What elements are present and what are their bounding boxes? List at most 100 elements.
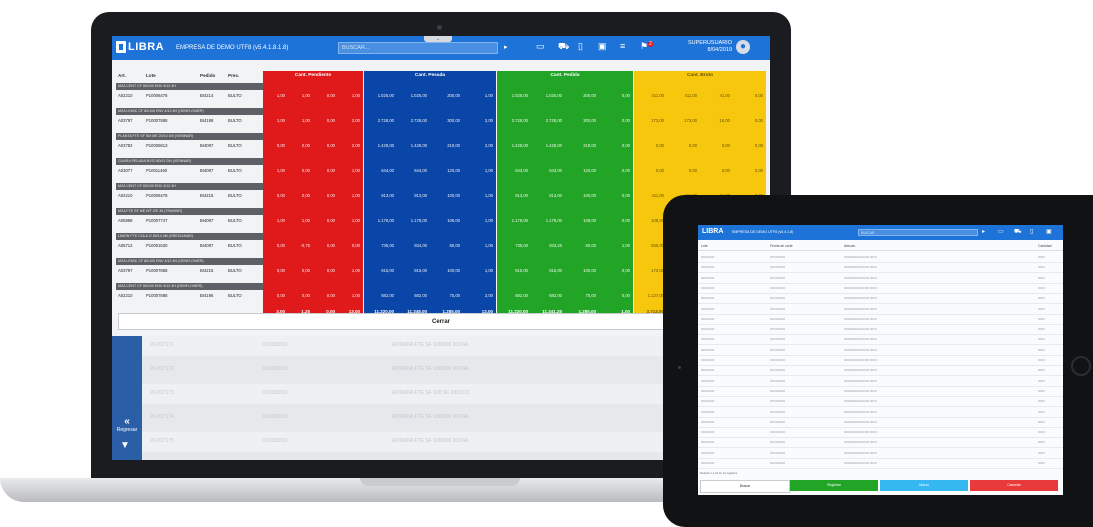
cell-r-3: 2,00: [351, 118, 360, 123]
cell-r-1: 1,00: [301, 118, 310, 123]
filter-icon[interactable]: ▼: [120, 440, 130, 451]
group-title: Cant. Pendiente: [294, 73, 332, 78]
cell-g-3: 0,00: [621, 218, 630, 223]
col-art: Art.: [118, 73, 126, 78]
tablet-cell-c1: 00000000: [701, 450, 715, 455]
tablet-cell-c4: 0000: [1038, 430, 1045, 435]
list-item-c: RODADA FTE SF 100/000 20/14A: [392, 414, 469, 420]
cell-r-1: 0,00: [301, 168, 310, 173]
app-logo[interactable]: LIBRA: [128, 41, 164, 53]
tablet-cell-c2: 00/00/0000: [770, 409, 786, 414]
cell-y-2: 0,00: [721, 168, 730, 173]
tablet-mobile-icon[interactable]: ▯: [1030, 228, 1033, 235]
tablet-nuevo-button[interactable]: Nuevo: [880, 480, 968, 491]
list-item-a: 20-017174: [150, 414, 174, 420]
tablet-cell-c3: 000000000000000 0000: [844, 265, 877, 270]
tablet-app-logo[interactable]: LIBRA: [702, 228, 723, 235]
search-dropdown-tab[interactable]: ⌄: [424, 36, 452, 42]
cell-b-0: 915,00: [381, 268, 394, 273]
menu-icon[interactable]: ≡: [620, 41, 625, 51]
avatar-icon[interactable]: ●: [736, 40, 750, 54]
list-item-b: 01/03/2019: [262, 342, 288, 348]
tablet-cell-c2: 00/00/0000: [770, 306, 786, 311]
tablet-go-icon[interactable]: ▸: [982, 228, 985, 235]
tablet-buscar-button[interactable]: Buscar: [700, 480, 790, 493]
mobile-icon[interactable]: ▯: [578, 41, 583, 52]
tablet-col-4: Cantidad: [1038, 244, 1052, 248]
cell-r-0: 0,00: [276, 243, 285, 248]
tablet-cell-c2: 00/00/0000: [770, 399, 786, 404]
tablet-cell-c3: 000000000000000 0000: [844, 275, 877, 280]
cell-g-0: 915,00: [515, 268, 528, 273]
cell-b-2: 108,00: [447, 218, 460, 223]
cell-pedido: BI4097: [200, 218, 214, 223]
search-go-button[interactable]: ▸: [504, 43, 508, 51]
table-row[interactable]: A02210 P10006478 BI4215 BULTO 0,00 0,00 0,00 1,…: [116, 191, 766, 202]
row-description: GUARA PELADA 50/70 80/12 DN (VIENNAR): [116, 158, 263, 165]
back-label: Regresar: [116, 427, 138, 433]
tablet-cell-c3: 000000000000000 0000: [844, 440, 877, 445]
tablet-col-2: Fecha de corte: [770, 244, 793, 248]
tablet-cell-c1: 00000000: [701, 419, 715, 424]
tablet-search-input[interactable]: BUSCAR...: [858, 229, 978, 236]
tablet-cell-c1: 00000000: [701, 296, 715, 301]
cell-g-1: 643,00: [549, 168, 562, 173]
tablet-monitor-icon[interactable]: ▭: [998, 228, 1004, 235]
tablet-home-button: [1071, 356, 1091, 376]
notification-icon[interactable]: ⚑2: [640, 41, 653, 52]
car-icon[interactable]: ⛟: [558, 41, 569, 53]
cell-g-0: 1.178,00: [511, 218, 528, 223]
tablet-cell-c4: 0000: [1038, 285, 1045, 290]
search-input[interactable]: BUSCAR...: [338, 42, 498, 54]
tablet-cell-c1: 00000000: [701, 461, 715, 465]
tablet-cell-c3: 000000000000000 0000: [844, 419, 877, 424]
row-description: MZA LEMIC CF 80/100 ENV 4/12 4H (GENFLOW…: [116, 108, 263, 115]
cell-lote: P10001530: [146, 243, 168, 248]
tablet-cell-c4: 0000: [1038, 255, 1045, 259]
cell-lote: P10005813: [146, 143, 168, 148]
table-row[interactable]: A03077 P10011460 BI4097 BULTO 1,00 0,00 0,00 1,…: [116, 166, 766, 177]
briefcase-icon[interactable]: ▣: [598, 41, 607, 52]
cell-g-0: 1.428,00: [511, 143, 528, 148]
cell-g-3: 0,00: [621, 193, 630, 198]
tablet-cell-c4: 0000: [1038, 265, 1045, 270]
tablet-cell-c2: 00/00/0000: [770, 296, 786, 301]
cell-y-3: 0,00: [754, 143, 763, 148]
cell-g-0: 913,00: [515, 193, 528, 198]
list-item-b: 01/03/2019: [262, 414, 288, 420]
tablet-cell-c4: 0000: [1038, 347, 1045, 352]
tablet-col-3: Articulo: [844, 244, 856, 248]
tablet-cell-c3: 000000000000000 0000: [844, 337, 877, 342]
cell-y-1: 0,00: [688, 143, 697, 148]
table-row[interactable]: A03797 P10007888 BI4198 BULTO 1,00 1,00 0,00 2,…: [116, 116, 766, 127]
cell-b-3: 1,00: [484, 93, 493, 98]
table-row[interactable]: A03782 P10005813 BI4097 BULTO 0,00 0,00 0,00 2,…: [116, 141, 766, 152]
cell-g-1: 915,00: [549, 268, 562, 273]
tablet-cell-c1: 00000000: [701, 306, 715, 311]
tablet-table-row[interactable]: 00000000 00/00/0000 000000000000000 0000 00…: [698, 458, 1063, 469]
cell-y-1: 173,00: [684, 118, 697, 123]
cell-y-0: 173,00: [651, 118, 664, 123]
tablet-cell-c2: 00/00/0000: [770, 419, 786, 424]
table-row[interactable]: A02210 P10006478 BI4214 BULTO 1,00 1,00 0,00 1,…: [116, 91, 766, 102]
monitor-icon[interactable]: ▭: [536, 41, 545, 52]
cell-b-1: 1.428,00: [410, 143, 427, 148]
cell-r-2: 0,00: [326, 118, 335, 123]
back-button[interactable]: «Regresar: [114, 416, 140, 433]
cell-g-1: 933,25: [549, 243, 562, 248]
cell-g-3: 0,00: [621, 293, 630, 298]
tablet-registrar-button[interactable]: Registrar: [790, 480, 878, 491]
tablet-briefcase-icon[interactable]: ▣: [1046, 228, 1052, 235]
user-info[interactable]: SUPERUSUARIO 8/04/2019: [680, 40, 732, 54]
tablet-cancelar-button[interactable]: Cancelar: [970, 480, 1058, 491]
cell-g-0: 2.728,00: [511, 118, 528, 123]
tablet-car-icon[interactable]: ⛟: [1014, 228, 1022, 236]
cell-r-0: 0,00: [276, 143, 285, 148]
cell-r-2: 0,00: [326, 293, 335, 298]
cell-lote: P10007747: [146, 218, 168, 223]
tablet-cell-c1: 00000000: [701, 285, 715, 290]
tablet-cell-c1: 00000000: [701, 358, 715, 362]
cell-g-2: 120,00: [583, 168, 596, 173]
cell-g-0: 1.025,00: [511, 93, 528, 98]
cell-b-1: 913,00: [414, 193, 427, 198]
